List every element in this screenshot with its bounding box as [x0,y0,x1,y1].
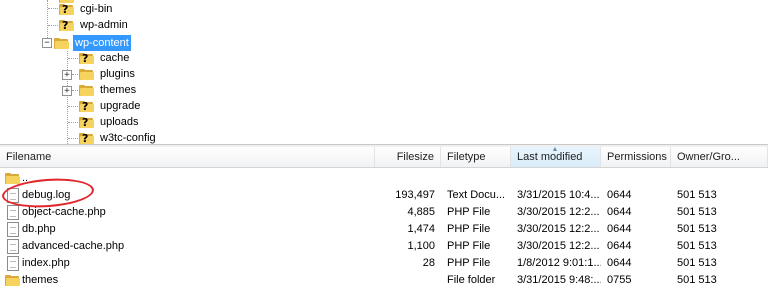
tree-item-label: cgi-bin [80,3,113,15]
file-icon [5,239,19,254]
column-header-filesize[interactable]: Filesize [375,147,441,167]
tree-item-label: cache [100,52,130,64]
file-size: 1,100 [407,240,435,252]
file-owner [677,170,768,187]
file-name: db.php [22,223,56,235]
tree-item-label: uploads [100,116,139,128]
file-name: themes [22,274,59,286]
file-modified: 1/8/2012 9:01:1... [517,257,601,269]
file-permissions: 0644 [607,257,632,269]
file-type: PHP File [447,257,491,269]
unknown-folder-icon: ? [58,2,74,16]
file-name: advanced-cache.php [22,240,125,252]
tree-item-label: wp-content [73,35,131,51]
file-owner: 501 513 [677,223,717,235]
sort-ascending-icon: ▲ [551,146,559,153]
file-row[interactable]: debug.log 193,497 Text Docu... 3/31/2015 10… [0,187,768,204]
file-type: PHP File [447,223,491,235]
file-size: 4,885 [407,206,435,218]
file-list[interactable]: Filename Filesize Filetype ▲ Last modifi… [0,146,768,289]
file-permissions: 0644 [607,223,632,235]
tree-item-label: plugins [100,68,135,80]
file-permissions: 0644 [607,206,632,218]
file-size: 1,474 [407,223,435,235]
file-modified: 3/31/2015 9:48:... [517,274,601,286]
unknown-folder-icon: ? [78,51,94,65]
file-row[interactable]: advanced-cache.php 1,100 PHP File 3/30/2015… [0,238,768,255]
file-permissions: 0755 [607,274,632,286]
file-owner: 501 513 [677,257,717,269]
file-list-header: Filename Filesize Filetype ▲ Last modifi… [0,146,768,168]
file-type: File folder [447,274,496,286]
file-type [447,170,511,187]
unknown-folder-icon: ? [78,99,94,113]
file-owner: 501 513 [677,206,717,218]
tree-connector [67,51,68,144]
directory-tree[interactable]: ? cgi-bin ? wp-admin − wp-content ? cach… [0,0,768,144]
folder-icon [78,83,94,97]
tree-connector [68,122,78,123]
file-permissions: 0644 [607,240,632,252]
file-size: 28 [422,257,435,269]
file-name: index.php [22,257,70,269]
tree-item-label: w3tc-config [100,132,156,144]
column-header-last-modified[interactable]: ▲ Last modified [511,146,601,167]
column-header-filename[interactable]: Filename [0,147,375,167]
file-row[interactable]: index.php 28 PHP File 1/8/2012 9:01:1... 064… [0,255,768,272]
file-modified: 3/31/2015 10:4... [517,189,600,201]
file-row[interactable]: object-cache.php 4,885 PHP File 3/30/2015 1… [0,204,768,221]
expand-icon[interactable]: + [62,70,72,80]
tree-item-label: wp-admin [80,19,128,31]
file-modified: 3/30/2015 12:2... [517,206,600,218]
tree-connector [68,138,78,139]
folder-open-icon [53,36,69,50]
file-type: Text Docu... [447,189,506,201]
file-modified [517,170,601,187]
expand-icon[interactable]: + [62,86,72,96]
column-header-label: Last modified [517,151,583,163]
tree-item-label: upgrade [100,100,141,112]
file-modified: 3/30/2015 12:2... [517,240,600,252]
file-icon [5,222,19,237]
file-size [375,170,435,187]
file-size [375,272,435,289]
unknown-folder-icon: ? [78,115,94,129]
collapse-icon[interactable]: − [42,38,52,48]
column-header-owner-group[interactable]: Owner/Gro... [671,147,768,167]
file-icon [5,256,19,271]
file-row[interactable]: .. [0,170,768,187]
file-name: object-cache.php [22,206,106,218]
unknown-folder-icon: ? [78,131,94,144]
file-icon [5,205,19,220]
file-modified: 3/30/2015 12:2... [517,223,600,235]
column-header-filetype[interactable]: Filetype [441,147,511,167]
folder-icon [5,273,20,288]
file-owner: 501 513 [677,274,717,286]
file-owner: 501 513 [677,240,717,252]
tree-connector [68,58,78,59]
file-permissions: 0644 [607,189,632,201]
folder-icon [78,67,94,81]
unknown-folder-icon: ? [58,18,74,32]
file-size: 193,497 [395,189,435,201]
file-permissions [607,170,671,187]
column-header-permissions[interactable]: Permissions [601,147,671,167]
tree-item-label: themes [100,84,137,96]
file-owner: 501 513 [677,189,717,201]
file-type: PHP File [447,206,491,218]
file-row[interactable]: themes File folder 3/31/2015 9:48:... 0755 5… [0,272,768,289]
tree-connector [68,106,78,107]
file-row[interactable]: db.php 1,474 PHP File 3/30/2015 12:2... 0644… [0,221,768,238]
file-type: PHP File [447,240,491,252]
